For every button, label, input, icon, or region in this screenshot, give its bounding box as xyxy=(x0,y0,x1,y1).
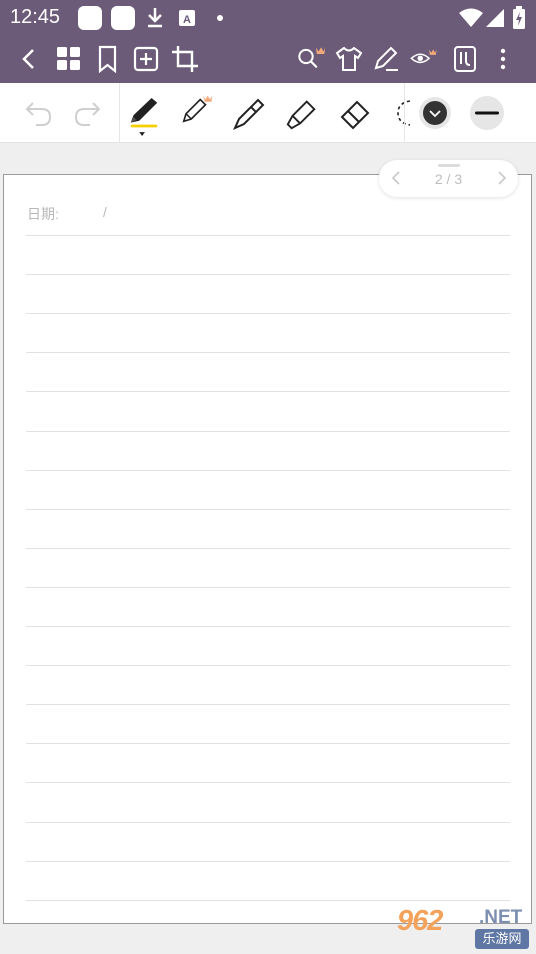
ruled-line xyxy=(26,899,510,901)
shirt-icon[interactable] xyxy=(334,44,364,74)
app-square-icon xyxy=(78,6,102,30)
toolbar-divider xyxy=(404,83,405,143)
ruled-line xyxy=(26,274,510,276)
toolbar-divider xyxy=(119,83,120,143)
ruled-line xyxy=(26,469,510,471)
note-page[interactable]: 日期: / xyxy=(3,174,532,924)
app-bar xyxy=(0,36,536,83)
template-icon[interactable] xyxy=(451,44,481,74)
ruled-line xyxy=(26,235,510,236)
ruled-line xyxy=(26,782,510,784)
ruled-line xyxy=(26,626,510,627)
search-icon[interactable] xyxy=(296,44,326,74)
back-icon[interactable] xyxy=(14,44,44,74)
pencil-icon[interactable] xyxy=(180,89,216,131)
watermark-number: 962 xyxy=(397,905,443,937)
date-label: 日期: xyxy=(27,206,59,222)
ruled-line xyxy=(26,586,510,588)
undo-icon[interactable] xyxy=(20,95,56,131)
ruled-line xyxy=(26,508,510,510)
active-tool-underline xyxy=(130,124,158,128)
wifi-icon xyxy=(459,8,483,27)
lasso-icon[interactable] xyxy=(384,95,420,131)
watermark-suffix: .NET xyxy=(479,907,523,928)
color-icon[interactable] xyxy=(417,95,453,131)
drag-handle[interactable] xyxy=(438,164,460,167)
a-icon: A xyxy=(179,10,195,26)
bookmark-icon[interactable] xyxy=(93,44,123,74)
svg-text:A: A xyxy=(183,14,191,26)
ruled-line xyxy=(26,313,510,315)
drawing-toolbar xyxy=(0,83,536,143)
download-icon xyxy=(148,8,162,28)
eye-icon[interactable] xyxy=(410,44,440,74)
crown-icon xyxy=(203,95,213,102)
crown-icon xyxy=(316,47,326,54)
date-separator: / xyxy=(103,204,107,220)
watermark-logo: 962 .NET 乐游网 xyxy=(397,905,533,951)
ruled-line xyxy=(26,821,510,823)
fountain-pen-icon[interactable] xyxy=(126,93,162,141)
ruled-line xyxy=(26,547,510,549)
redo-icon[interactable] xyxy=(70,95,106,131)
eraser-icon[interactable] xyxy=(337,95,373,131)
grid-icon[interactable] xyxy=(54,44,84,74)
page-pager: 2 / 3 xyxy=(379,160,518,197)
ruled-line xyxy=(26,860,510,862)
chevron-down-icon xyxy=(139,132,145,136)
signal-icon xyxy=(486,9,504,27)
highlighter-icon[interactable] xyxy=(284,95,320,131)
dot-icon xyxy=(217,15,223,21)
ruled-line xyxy=(26,743,510,745)
crown-icon xyxy=(429,49,437,55)
crop-icon[interactable] xyxy=(170,44,200,74)
ballpoint-icon[interactable] xyxy=(232,95,268,131)
stroke-width-icon[interactable] xyxy=(469,95,505,131)
ruled-line xyxy=(26,704,510,706)
more-icon[interactable] xyxy=(488,44,518,74)
next-page-icon[interactable] xyxy=(492,169,510,187)
add-page-icon[interactable] xyxy=(131,44,161,74)
ruled-line xyxy=(26,352,510,354)
status-time: 12:45 xyxy=(10,6,61,28)
status-bar: 12:45 A xyxy=(0,0,536,36)
battery-icon xyxy=(513,6,525,29)
ruled-line xyxy=(26,665,510,667)
watermark-cn: 乐游网 xyxy=(475,929,529,949)
pen-edit-icon[interactable] xyxy=(372,44,402,74)
ruled-line xyxy=(26,391,510,393)
ruled-line xyxy=(26,430,510,432)
app-square-icon xyxy=(111,6,135,30)
